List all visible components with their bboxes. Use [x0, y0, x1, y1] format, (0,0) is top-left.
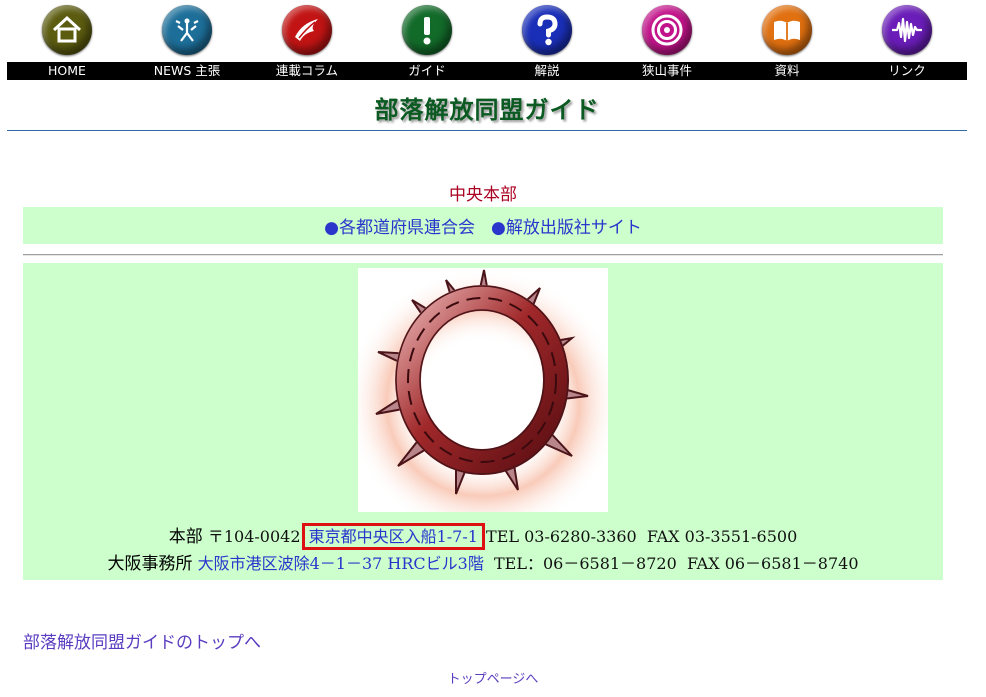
links-box: ●各都道府県連合会 ●解放出版社サイト [23, 207, 943, 244]
book-icon[interactable] [762, 5, 812, 55]
section-divider [23, 254, 943, 256]
osaka-address-link[interactable]: 大阪市港区波除4－1－37 HRCビル3階 [198, 554, 484, 573]
publisher-link[interactable]: ●解放出版社サイト [491, 213, 642, 238]
content-box: 本部 〒104-0042 東京都中央区入船1-7-1 TEL 03-6280-3… [23, 263, 943, 580]
wave-icon[interactable] [882, 5, 932, 55]
headquarters-address-link[interactable]: 東京都中央区入船1-7-1 [301, 523, 485, 550]
nav-label-guide[interactable]: ガイド [367, 62, 487, 80]
nav-label-sayama[interactable]: 狭山事件 [607, 62, 727, 80]
emblem-image [358, 268, 608, 512]
guide-top-link[interactable]: 部落解放同盟ガイドのトップへ [23, 628, 261, 653]
nav-label-news[interactable]: NEWS 主張 [127, 62, 247, 80]
page-title: 部落解放同盟ガイド [374, 95, 600, 124]
osaka-tel: TEL：06－6581－8720 [494, 554, 677, 573]
column-icon[interactable] [282, 5, 332, 55]
nav-label-home[interactable]: HOME [7, 62, 127, 80]
osaka-line: 大阪事務所 大阪市港区波除4－1－37 HRCビル3階 TEL：06－6581－… [23, 549, 943, 574]
target-icon[interactable] [642, 5, 692, 55]
nav-label-column[interactable]: 連載コラム [247, 62, 367, 80]
federations-link[interactable]: ●各都道府県連合会 [324, 213, 475, 238]
nav-label-commentary[interactable]: 解説 [487, 62, 607, 80]
nav-label-materials[interactable]: 資料 [727, 62, 847, 80]
headquarters-tel: TEL 03-6280-3360 [486, 527, 637, 546]
osaka-fax: FAX 06－6581－8740 [686, 554, 859, 573]
headquarters-label: 本部 [168, 527, 203, 547]
nav-label-links[interactable]: リンク [847, 62, 967, 80]
headquarters-fax: FAX 03-3551-6500 [646, 527, 798, 546]
news-icon[interactable] [162, 5, 212, 55]
home-icon[interactable] [42, 5, 92, 55]
crown-of-thorns-emblem [358, 268, 608, 512]
headquarters-postal: 〒104-0042 [207, 527, 301, 546]
home-page-link[interactable]: トップページへ [0, 668, 986, 687]
osaka-label: 大阪事務所 [107, 554, 193, 574]
exclamation-icon[interactable] [402, 5, 452, 55]
section-heading: 中央本部 [449, 185, 517, 205]
headquarters-line: 本部 〒104-0042 東京都中央区入船1-7-1 TEL 03-6280-3… [23, 522, 943, 550]
title-divider [7, 130, 967, 131]
question-icon[interactable] [522, 5, 572, 55]
